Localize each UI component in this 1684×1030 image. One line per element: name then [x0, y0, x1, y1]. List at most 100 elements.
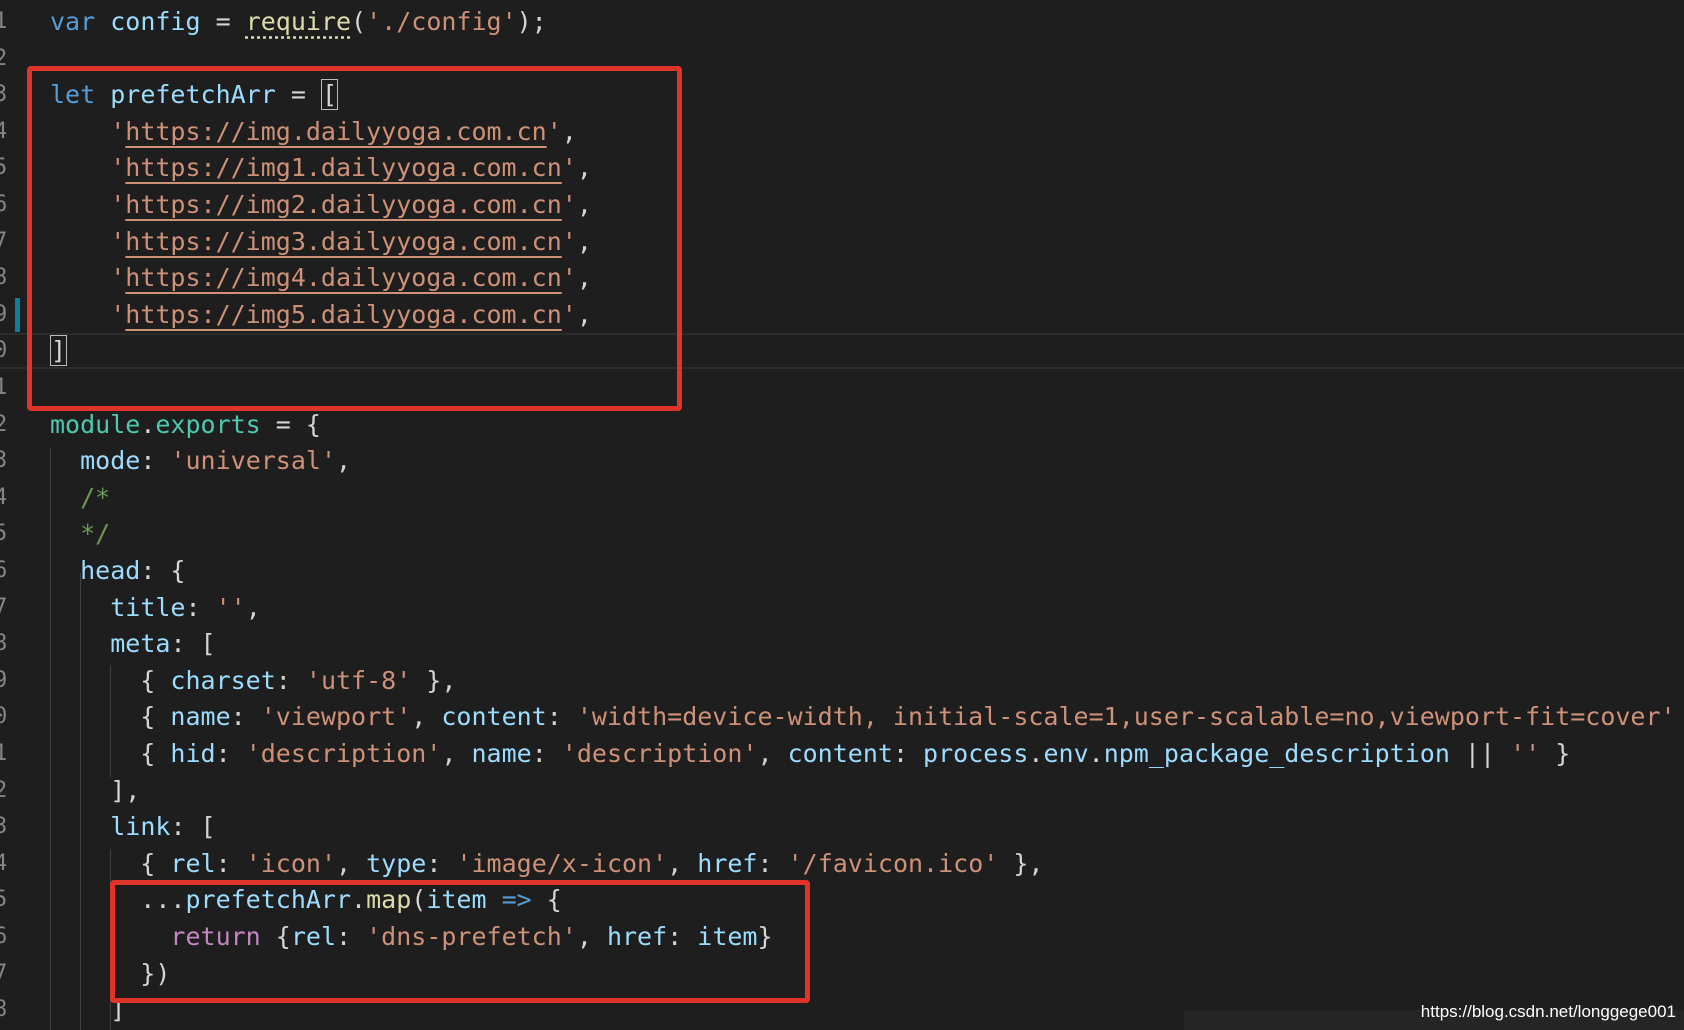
code-token: .	[1088, 739, 1104, 768]
code-token: :	[275, 665, 306, 695]
line-number: 2	[0, 411, 8, 437]
code-token: process	[923, 739, 1029, 768]
code-token: },	[1676, 702, 1684, 731]
code-text: meta: [	[50, 626, 216, 662]
code-line[interactable]: 2 module.exports = {	[0, 407, 1684, 443]
code-line[interactable]: 4 /*	[0, 480, 1684, 516]
code-token: =	[200, 7, 246, 36]
code-token: ,	[667, 848, 698, 878]
line-number: 7	[0, 960, 8, 986]
modified-line-marker	[15, 297, 20, 332]
code-token: ,	[411, 702, 442, 732]
code-token: head	[80, 556, 141, 585]
code-token: :	[892, 739, 924, 768]
line-number: 1	[0, 9, 8, 34]
line-number: 6	[0, 924, 8, 949]
indent-guide	[110, 665, 111, 777]
line-number: 8	[0, 997, 8, 1023]
code-text: */	[50, 516, 110, 552]
code-token: ,	[245, 592, 261, 622]
code-token: 'image/x-icon'	[456, 848, 668, 878]
code-token: : [	[170, 812, 216, 842]
code-token: env	[1043, 739, 1089, 768]
code-text: title: '',	[50, 590, 261, 626]
code-line[interactable]: 9 { charset: 'utf-8' },	[0, 663, 1684, 699]
code-token: 'universal'	[170, 446, 337, 476]
code-token: .	[140, 409, 156, 439]
code-text: module.exports = {	[50, 407, 321, 443]
code-token: 'description'	[245, 739, 442, 768]
line-number: 2	[0, 777, 8, 803]
code-token: var	[50, 7, 111, 36]
code-line[interactable]: 3 mode: 'universal',	[0, 443, 1684, 479]
code-token: type	[366, 848, 427, 878]
highlight-box-prefetch-array	[27, 66, 682, 411]
code-token: },	[998, 848, 1044, 878]
code-token: './config'	[366, 7, 517, 36]
code-token: hid	[170, 739, 216, 768]
line-number: 5	[0, 521, 8, 547]
line-number: 5	[0, 155, 8, 181]
code-line[interactable]: 1 var config = require('./config');	[0, 4, 1684, 40]
code-text: ],	[50, 773, 140, 809]
code-token: :	[426, 848, 457, 878]
code-line[interactable]: 2 ],	[0, 773, 1684, 809]
code-line[interactable]: 1 { hid: 'description', name: 'descripti…	[0, 736, 1684, 772]
code-editor[interactable]: 1 var config = require('./config'); 2 3 let …	[0, 0, 1684, 1030]
code-token: */	[80, 519, 111, 549]
code-text: mode: 'universal',	[50, 443, 351, 479]
code-token: :	[215, 848, 246, 878]
code-token: name	[471, 739, 532, 768]
code-token: /*	[80, 482, 111, 512]
line-number: 3	[0, 82, 8, 108]
code-token: ''	[215, 592, 246, 622]
code-text: /*	[50, 480, 110, 516]
code-token: mode	[80, 446, 141, 476]
watermark-text: https://blog.csdn.net/longgege001	[1420, 1002, 1676, 1021]
code-token: link	[110, 812, 171, 842]
indent-guide	[50, 448, 51, 1030]
code-line[interactable]: 5 */	[0, 516, 1684, 552]
code-text: { name: 'viewport', content: 'width=devi…	[50, 699, 1684, 735]
line-number: 4	[0, 484, 8, 510]
line-number: 3	[0, 814, 8, 840]
code-token: ],	[50, 775, 141, 805]
code-token: :	[230, 702, 261, 732]
code-text: { hid: 'description', name: 'description…	[50, 736, 1570, 772]
code-token: :	[215, 739, 246, 768]
line-number: 0	[0, 338, 8, 364]
code-token: :	[531, 739, 562, 768]
code-line[interactable]: 3 link: [	[0, 809, 1684, 845]
code-token: .	[1028, 739, 1044, 768]
code-token: : {	[140, 556, 186, 585]
line-number: 2	[0, 45, 8, 71]
code-line[interactable]: 0 { name: 'viewport', content: 'width=de…	[0, 699, 1684, 735]
line-number: 3	[0, 448, 8, 474]
line-number: 6	[0, 558, 8, 583]
code-token: 'description'	[561, 739, 758, 768]
line-number: 5	[0, 887, 8, 913]
code-token: title	[110, 592, 186, 622]
code-text: var config = require('./config');	[50, 4, 547, 40]
code-line[interactable]: 6 head: {	[0, 553, 1684, 589]
code-text: link: [	[50, 809, 216, 845]
code-token: :	[546, 702, 577, 732]
code-token: ,	[336, 848, 367, 878]
code-line[interactable]: 8 meta: [	[0, 626, 1684, 662]
line-number: 7	[0, 594, 8, 620]
line-number: 7	[0, 228, 8, 254]
line-number: 4	[0, 118, 8, 144]
code-token: : [	[170, 629, 216, 659]
code-token: ,	[441, 739, 472, 768]
code-line[interactable]: 4 { rel: 'icon', type: 'image/x-icon', h…	[0, 846, 1684, 882]
code-token: ,	[757, 739, 788, 768]
code-token: rel	[170, 848, 216, 878]
code-line[interactable]: 7 title: '',	[0, 590, 1684, 626]
code-token: charset	[170, 665, 276, 695]
code-token: config	[110, 7, 201, 36]
line-number: 6	[0, 192, 8, 217]
